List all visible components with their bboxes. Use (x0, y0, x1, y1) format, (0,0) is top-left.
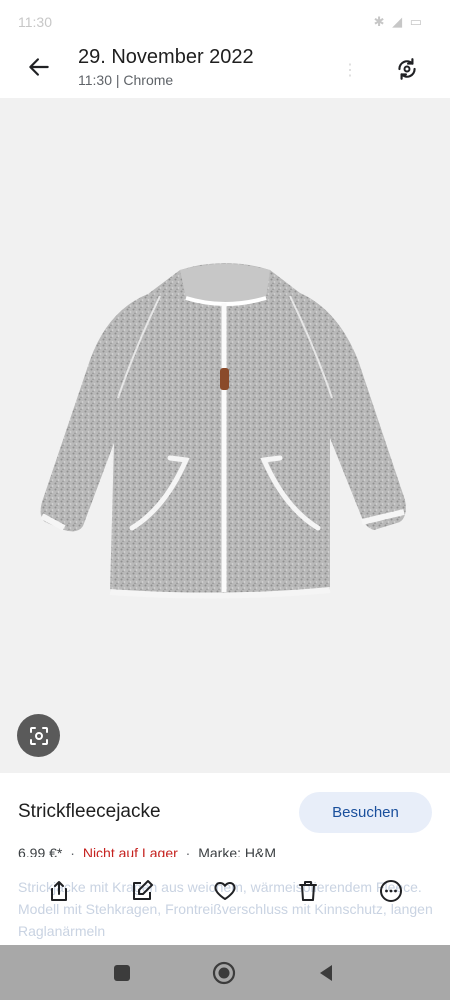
page-title: 29. November 2022 (78, 46, 254, 68)
share-button[interactable] (44, 876, 74, 906)
recents-button[interactable] (110, 961, 134, 985)
more-button[interactable] (376, 876, 406, 906)
status-icons: ✱ ◢ ▭ (373, 14, 424, 29)
edit-button[interactable] (127, 876, 157, 906)
lens-button[interactable] (17, 714, 60, 757)
favorite-button[interactable] (210, 876, 240, 906)
lens-icon (29, 726, 48, 745)
share-icon (51, 881, 67, 901)
meta-separator: · (70, 845, 75, 857)
status-time: 11:30 (18, 14, 52, 30)
product-meta: 6,99 €* · Nicht auf Lager · Marke: H&M (18, 845, 276, 857)
product-brand: Marke: H&M (198, 845, 277, 857)
trash-icon (299, 881, 317, 901)
square-icon (114, 965, 130, 981)
back-button[interactable] (22, 50, 56, 84)
stock-status: Nicht auf Lager (82, 845, 178, 857)
edit-icon (133, 880, 153, 900)
back-nav-button[interactable] (314, 961, 338, 985)
arrow-left-icon (29, 58, 49, 76)
system-nav-bar (0, 945, 450, 1000)
visit-button[interactable]: Besuchen (299, 792, 432, 833)
screenshot-image-area (0, 98, 450, 773)
triangle-icon (320, 965, 332, 981)
product-title: Strickfleecejacke (18, 801, 161, 822)
zipper-pull (220, 368, 229, 390)
rotate-icon (398, 58, 416, 80)
product-info-sheet: Strickfleecejacke Besuchen 6,99 €* · Nic… (0, 773, 450, 945)
rotate-button[interactable] (390, 52, 424, 86)
circle-icon (212, 961, 236, 985)
title-block: 29. November 2022 11:30 | Chrome (78, 46, 254, 88)
top-app-bar: 29. November 2022 11:30 | Chrome ⋮ (0, 36, 450, 98)
product-image (0, 98, 450, 773)
more-icon (380, 880, 402, 902)
home-button[interactable] (212, 961, 236, 985)
heart-icon (214, 882, 236, 900)
product-price: 6,99 €* (18, 845, 63, 857)
action-bar (0, 866, 450, 916)
meta-separator: · (185, 845, 191, 857)
page-subtitle: 11:30 | Chrome (78, 72, 174, 88)
delete-button[interactable] (293, 876, 323, 906)
menu-dots-icon: ⋮ (342, 62, 358, 79)
